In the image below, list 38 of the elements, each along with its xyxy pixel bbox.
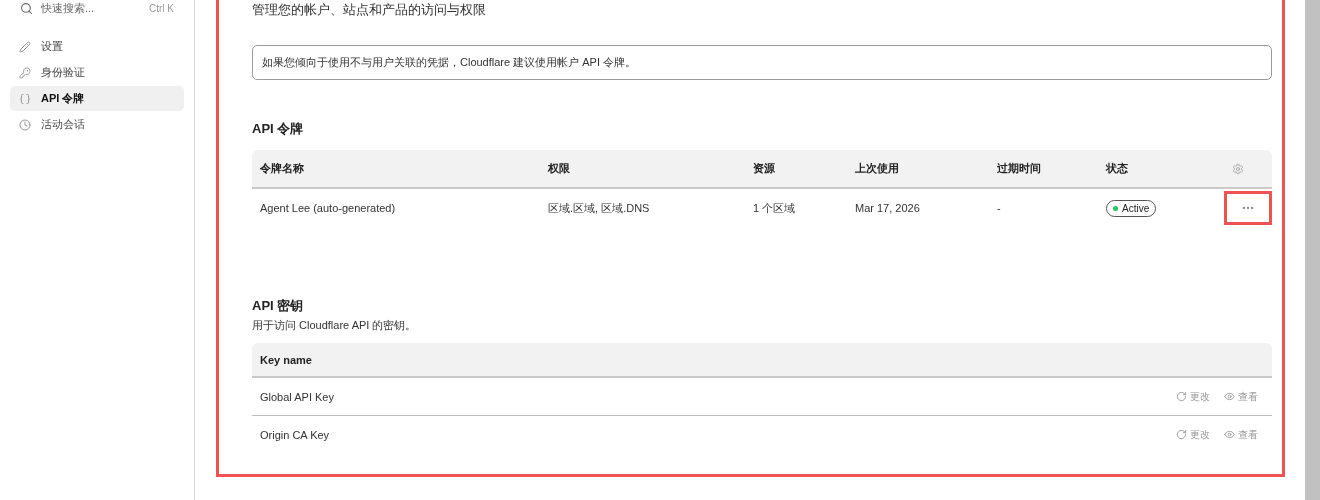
braces-icon [19, 92, 31, 105]
table-cell-text: Origin CA Key [260, 428, 331, 441]
clock-icon [19, 118, 31, 131]
pencil-icon [19, 40, 31, 53]
shortcut-hint: Ctrl K [149, 2, 174, 14]
scrollbar[interactable] [1305, 0, 1320, 500]
refresh-icon [1176, 391, 1187, 402]
column-header: 状态 [1106, 161, 1129, 176]
column-header: Key name [260, 353, 312, 366]
column-header: 上次使用 [855, 161, 900, 176]
table-cell-text: Global API Key [260, 390, 335, 403]
refresh-icon [1176, 429, 1187, 440]
settings-icon[interactable] [1232, 162, 1244, 175]
column-header: 令牌名称 [260, 161, 305, 176]
table-cell-text: 区域.区域, 区域.DNS [548, 200, 651, 216]
table-cell-text: Mar 17, 2026 [855, 202, 921, 214]
table-cell-text: 1 个区域 [753, 200, 797, 216]
eye-icon [1224, 391, 1235, 402]
page-subtitle: 管理您的帐户、站点和产品的访问与权限 [252, 1, 487, 19]
section-description: 用于访问 Cloudflare API 的密钥。 [252, 318, 418, 333]
info-notice: 如果您倾向于使用不与用户关联的凭据，Cloudflare 建议使用帐户 API 令牌。 [252, 45, 1272, 80]
search-field[interactable]: 快速搜索... Ctrl K [10, 0, 184, 16]
table-cell-text: - [997, 202, 1002, 214]
sidebar-item[interactable]: 身份验证 [10, 60, 184, 85]
table-cell-text: Agent Lee (auto-generated) [260, 202, 397, 214]
sidebar-item[interactable]: API 令牌 [10, 86, 184, 111]
eye-icon [1224, 429, 1235, 440]
sidebar-item[interactable]: 设置 [10, 34, 184, 59]
section-title: API 令牌 [252, 120, 305, 138]
more-button[interactable] [1224, 191, 1272, 225]
column-header: 权限 [548, 161, 571, 176]
sidebar-item[interactable]: 活动会话 [10, 112, 184, 137]
key-icon [19, 66, 31, 79]
search-icon [20, 1, 33, 15]
search-placeholder: 快速搜索... [41, 0, 96, 16]
column-header: 过期时间 [997, 161, 1042, 176]
column-header: 资源 [753, 161, 776, 176]
section-title: API 密钥 [252, 297, 305, 315]
